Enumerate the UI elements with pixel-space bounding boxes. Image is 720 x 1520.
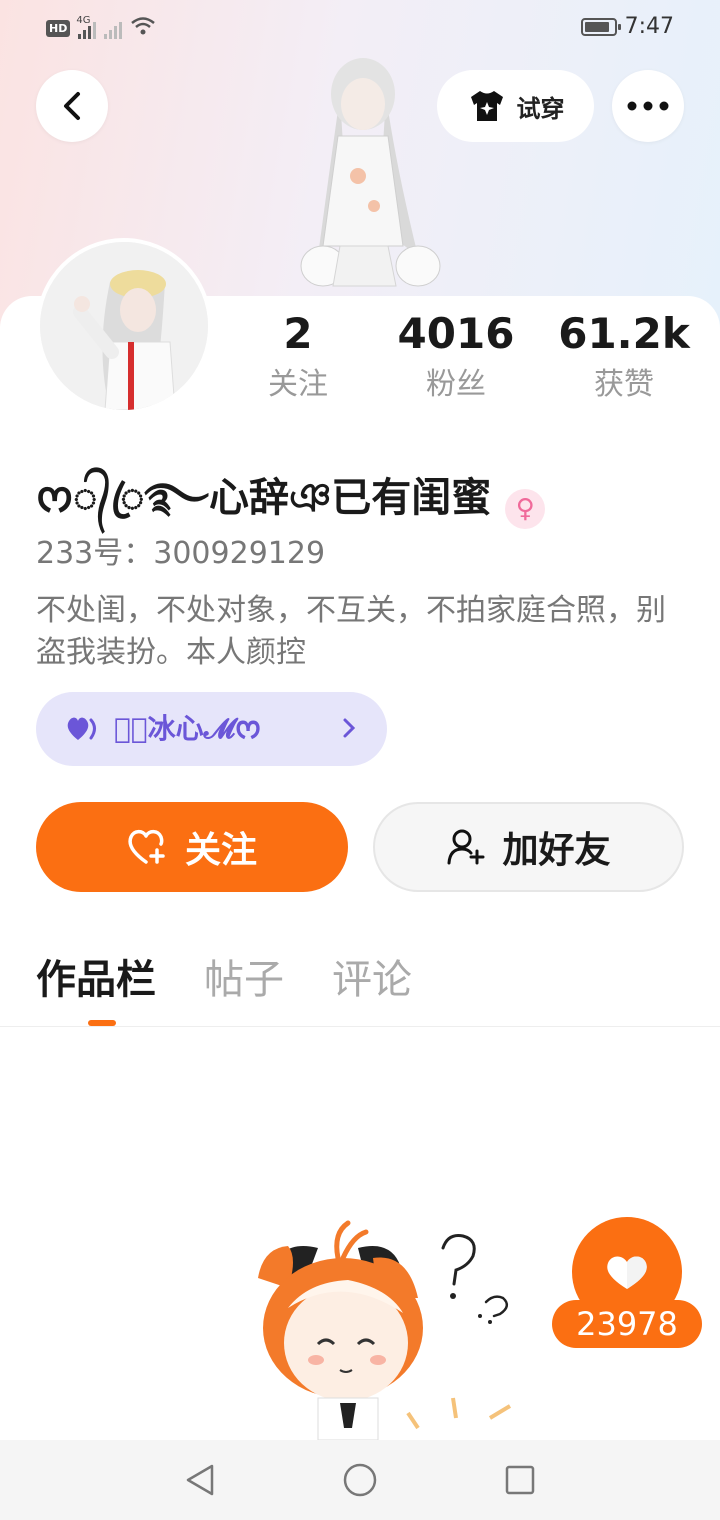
tab-bar: 作品栏 帖子 评论 xyxy=(36,950,412,1010)
tab-posts[interactable]: 帖子 xyxy=(204,950,284,1010)
tab-divider xyxy=(0,1026,720,1027)
tab-works[interactable]: 作品栏 xyxy=(36,950,156,1010)
follow-button[interactable]: 关注 xyxy=(36,802,348,892)
heart-icon xyxy=(607,1256,647,1289)
chevron-left-icon xyxy=(64,92,80,120)
like-count: 23978 xyxy=(552,1300,702,1348)
tshirt-star-icon xyxy=(470,91,503,121)
tag-label: 𝓜ꦿ冰心𝓜ᰔ xyxy=(114,712,262,745)
stat-likes[interactable]: 61.2k 获赞 xyxy=(544,306,704,408)
signal-icon-2 xyxy=(104,19,123,39)
system-nav-bar xyxy=(0,1440,720,1520)
likes-count: 61.2k xyxy=(558,309,690,358)
following-count: 2 xyxy=(283,309,313,358)
fans-count: 4016 xyxy=(397,309,515,358)
chevron-right-icon xyxy=(343,718,356,738)
follow-label: 关注 xyxy=(184,830,257,871)
female-icon: ♀ xyxy=(505,488,546,529)
stat-following[interactable]: 2 关注 xyxy=(218,306,378,408)
heart-icon xyxy=(67,717,96,740)
stat-fans[interactable]: 4016 粉丝 xyxy=(376,306,536,408)
signal-icon: 4G xyxy=(76,15,97,39)
add-friend-button[interactable]: 加好友 xyxy=(373,802,684,892)
bio: 不处闺，不处对象，不互关，不拍家庭合照，别盗我装扮。本人颜控 xyxy=(36,593,666,670)
wifi-icon xyxy=(130,16,156,41)
hd-badge: HD xyxy=(46,20,71,37)
battery-icon xyxy=(580,17,621,36)
user-id: 233号：300929129 xyxy=(36,536,326,571)
fans-label: 粉丝 xyxy=(426,367,486,402)
avatar-image xyxy=(40,242,208,410)
nav-home-icon[interactable] xyxy=(342,1462,378,1498)
empty-state-mascot-image xyxy=(258,1220,512,1440)
heart-plus-icon xyxy=(128,829,165,864)
following-label: 关注 xyxy=(268,367,328,402)
back-button[interactable] xyxy=(36,70,108,142)
try-on-button[interactable]: 试穿 xyxy=(437,70,594,142)
likes-label: 获赞 xyxy=(594,367,654,402)
nav-back-icon[interactable] xyxy=(184,1462,216,1498)
character-avatar-image xyxy=(300,58,441,287)
avatar[interactable] xyxy=(36,238,212,414)
more-options-button[interactable] xyxy=(612,70,684,142)
more-dots-icon xyxy=(627,101,669,111)
add-friend-label: 加好友 xyxy=(502,830,611,871)
clock: 7:47 xyxy=(624,14,674,39)
tag-chip[interactable]: 𝓜ꦿ冰心𝓜ᰔ xyxy=(36,692,387,766)
add-user-icon xyxy=(447,829,485,865)
status-bar: HD 4G 7:47 xyxy=(0,0,720,56)
tab-comments[interactable]: 评论 xyxy=(332,950,412,1010)
try-on-label: 试穿 xyxy=(516,94,565,123)
nav-recents-icon[interactable] xyxy=(504,1462,536,1498)
